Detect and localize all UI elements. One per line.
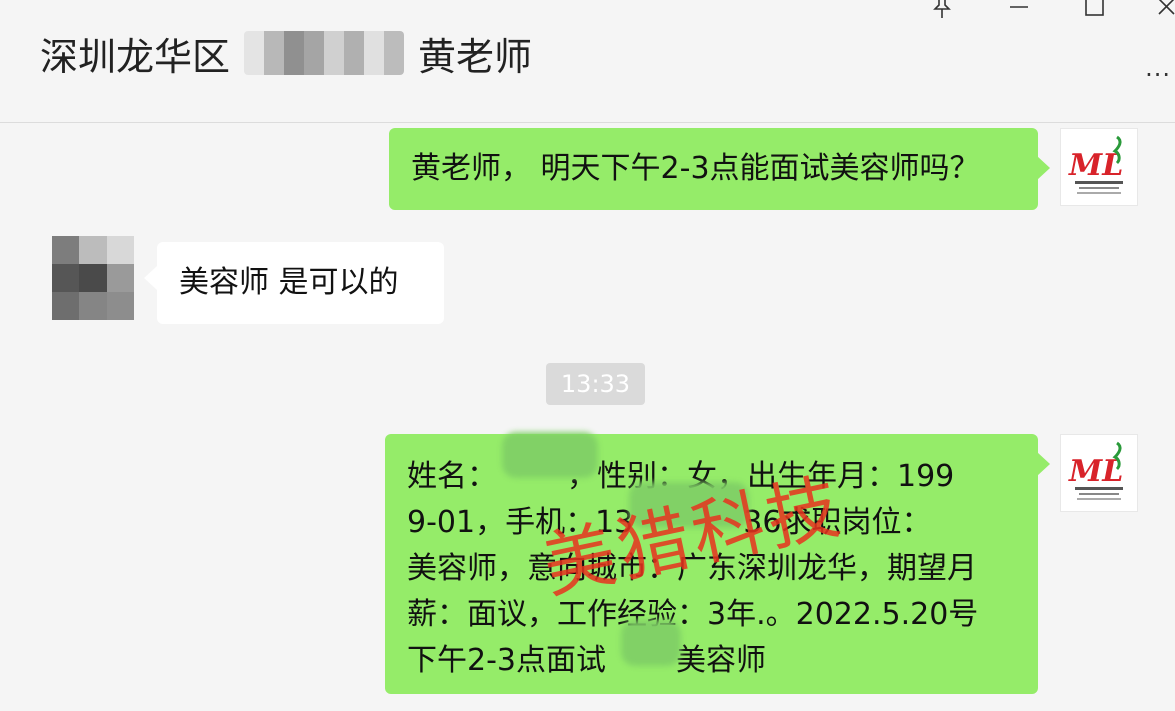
ml-logo-icon: ML xyxy=(1068,441,1123,500)
message-line: 下午2-3点面试 美容师 xyxy=(407,643,766,678)
chat-title-suffix: 黄老师 xyxy=(418,34,533,79)
my-avatar[interactable]: ML xyxy=(1060,434,1138,512)
svg-text:ML: ML xyxy=(1068,454,1123,489)
chat-title-prefix: 深圳龙华区 xyxy=(40,34,231,79)
message-timestamp: 13:33 xyxy=(546,363,645,405)
redaction-blur xyxy=(621,620,681,666)
chat-title: 深圳龙华区 黄老师 xyxy=(40,28,533,79)
message-line: 薪：面议，工作经验：3年.。2022.5.20号 xyxy=(407,597,979,632)
contact-avatar[interactable] xyxy=(52,236,134,320)
bubble-tail xyxy=(1037,452,1050,476)
blurred-name xyxy=(244,31,405,75)
minimize-icon[interactable] xyxy=(1008,0,1030,27)
pin-icon[interactable] xyxy=(931,0,953,27)
close-icon[interactable] xyxy=(1156,0,1175,27)
svg-text:ML: ML xyxy=(1068,148,1123,183)
more-options-icon[interactable]: ... xyxy=(1145,54,1171,82)
bubble-tail xyxy=(1037,156,1050,180)
message-bubble-outgoing[interactable]: 黄老师， 明天下午2-3点能面试美容师吗？ xyxy=(389,128,1038,210)
chat-header: 深圳龙华区 黄老师 ... xyxy=(0,0,1175,123)
message-text: 美容师 是可以的 xyxy=(179,265,399,300)
maximize-icon[interactable] xyxy=(1084,0,1106,27)
ml-logo-icon: ML xyxy=(1068,135,1123,194)
bubble-tail xyxy=(144,266,157,290)
message-text: 黄老师， 明天下午2-3点能面试美容师吗？ xyxy=(411,151,980,186)
redaction-blur xyxy=(502,432,598,478)
my-avatar[interactable]: ML xyxy=(1060,128,1138,206)
message-bubble-incoming[interactable]: 美容师 是可以的 xyxy=(157,242,444,324)
